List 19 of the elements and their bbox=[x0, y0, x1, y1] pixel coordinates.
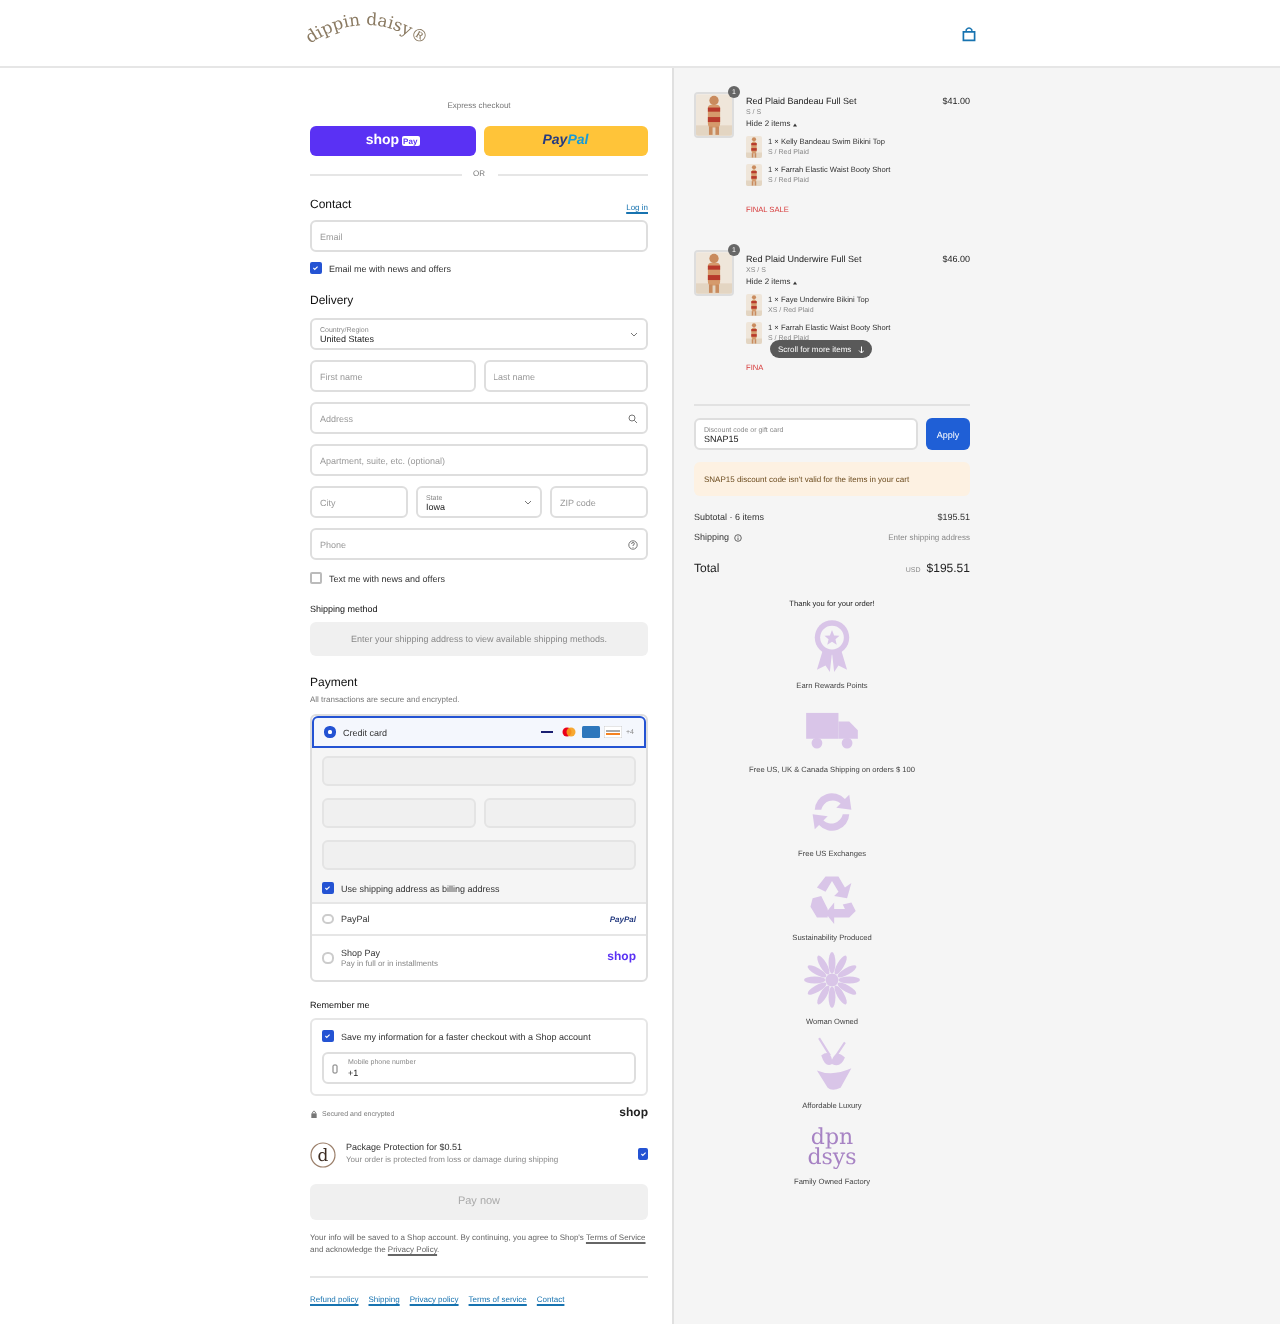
mastercard-icon bbox=[560, 726, 578, 738]
checkbox[interactable] bbox=[637, 1148, 648, 1160]
checkbox[interactable] bbox=[310, 572, 321, 584]
flower-icon bbox=[804, 952, 860, 1008]
mobile-phone-icon bbox=[330, 1063, 340, 1073]
caret-icon bbox=[792, 121, 799, 127]
radio-button[interactable] bbox=[324, 726, 335, 738]
caret-icon bbox=[792, 279, 799, 285]
protection-logo: d bbox=[310, 1141, 336, 1167]
shopping-bag-icon[interactable] bbox=[962, 25, 976, 41]
monogram-logo: dpn dsys bbox=[807, 1128, 857, 1168]
search-icon bbox=[628, 414, 638, 424]
checkbox[interactable] bbox=[310, 262, 321, 274]
info-icon bbox=[733, 534, 742, 542]
down-arrow-icon bbox=[857, 345, 865, 353]
help-icon bbox=[628, 540, 638, 550]
checkbox[interactable] bbox=[322, 882, 333, 894]
lock-icon bbox=[310, 1110, 318, 1118]
checkbox[interactable] bbox=[322, 1030, 333, 1042]
